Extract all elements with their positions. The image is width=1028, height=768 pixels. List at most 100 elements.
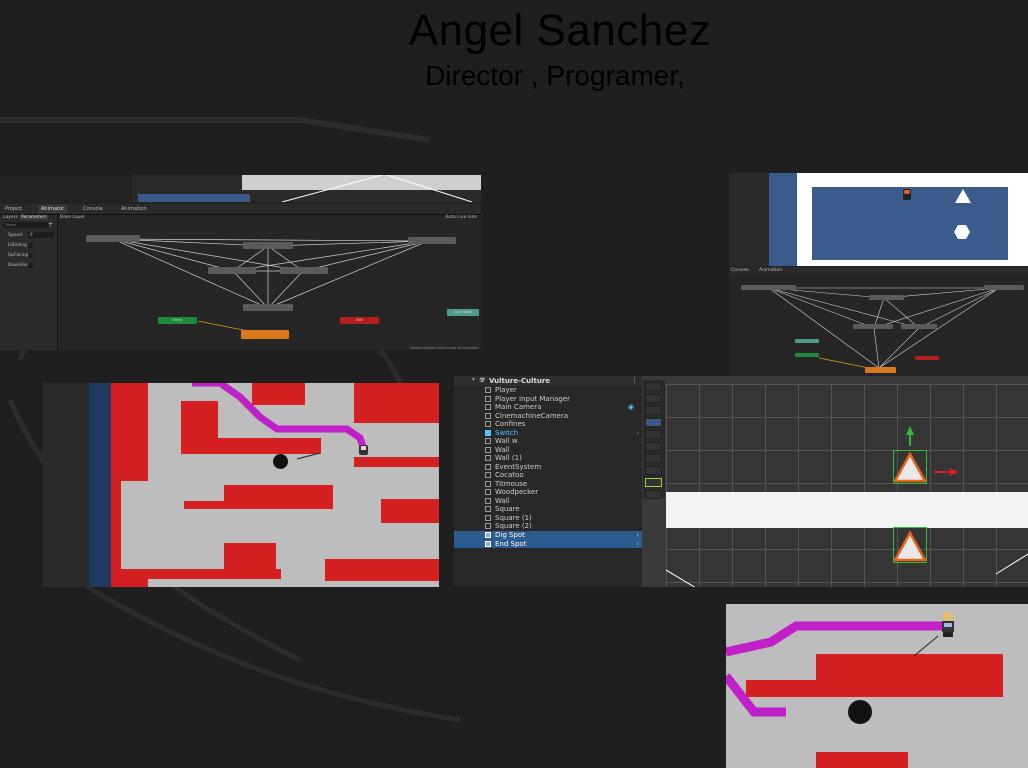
end-spot-object[interactable]	[892, 527, 928, 563]
hierarchy-item[interactable]: Titmouse	[454, 480, 642, 489]
entry-node[interactable]	[795, 353, 819, 357]
tab-animation[interactable]: Animation	[759, 268, 782, 273]
hand-tool-icon[interactable]	[645, 394, 662, 403]
parameter-row[interactable]: IsSliding	[0, 242, 57, 250]
gameobject-icon	[485, 463, 491, 470]
triangle-icon	[892, 451, 928, 483]
chevron-right-icon[interactable]: ›	[636, 531, 639, 540]
hierarchy-item[interactable]: Wall (1)	[454, 454, 642, 463]
gameobject-icon	[485, 506, 491, 512]
hierarchy-item[interactable]: Confines	[454, 420, 642, 429]
state-node[interactable]	[408, 237, 456, 244]
hierarchy-item-selected[interactable]: Dig Spot ›	[454, 531, 642, 540]
entry-node[interactable]: Entry	[158, 317, 197, 324]
hierarchy-item[interactable]: Wall	[454, 497, 642, 506]
any-state-node[interactable]: Any State	[447, 309, 479, 316]
parameter-name: Speed	[8, 233, 23, 238]
custom-tool-icon[interactable]	[645, 478, 662, 487]
hierarchy-item[interactable]: CinemachineCamera	[454, 412, 642, 421]
hierarchy-item[interactable]: Woodpecker	[454, 488, 642, 497]
scale-tool-icon[interactable]	[645, 442, 662, 451]
hierarchy-item[interactable]: Wall w	[454, 437, 642, 446]
parameters-tab[interactable]: Parameters	[20, 215, 48, 220]
state-node[interactable]	[741, 285, 796, 290]
animator-graph[interactable]: Base Layer Auto Live Link Entry Exit Any…	[58, 215, 481, 350]
hierarchy-item[interactable]: Square (2)	[454, 522, 642, 531]
hierarchy-item[interactable]: Player Input Manager	[454, 395, 642, 404]
exit-node[interactable]	[915, 356, 939, 360]
hierarchy-item[interactable]: Cocatoo	[454, 471, 642, 480]
dig-hole	[273, 454, 288, 469]
animator-window: Project Animator Console Animation Layer…	[0, 175, 481, 350]
more-options-icon[interactable]: ⋮	[631, 376, 638, 384]
hierarchy-list: Player Player Input Manager Main Camera ◉…	[454, 386, 642, 587]
gameobject-icon	[485, 514, 491, 521]
mini-tab-bar: Console Animation	[729, 267, 1028, 275]
exit-node[interactable]: Exit	[340, 317, 379, 324]
hand-tool-icon[interactable]	[645, 406, 662, 415]
hierarchy-item[interactable]: EventSystem	[454, 463, 642, 472]
layers-tab[interactable]: Layers	[3, 215, 18, 220]
state-node[interactable]	[208, 267, 256, 274]
rect-tool-icon[interactable]	[645, 454, 662, 463]
tab-project[interactable]: Project	[2, 205, 25, 213]
hierarchy-item[interactable]: Wall	[454, 446, 642, 455]
gameobject-icon	[485, 497, 491, 504]
gameobject-icon	[485, 421, 491, 427]
parameter-search-input[interactable]: Name	[3, 222, 48, 228]
hierarchy-item[interactable]: Square (1)	[454, 514, 642, 523]
triangle-marker	[955, 189, 971, 203]
state-node[interactable]	[901, 324, 937, 329]
hierarchy-item[interactable]: Switch ›	[454, 429, 642, 438]
scene-name: Vulture-Culture	[489, 377, 551, 385]
any-state-node[interactable]	[795, 339, 819, 343]
hierarchy-item[interactable]: Player	[454, 386, 642, 395]
scene-grid-area[interactable]	[666, 384, 1028, 587]
hierarchy-item-selected[interactable]: End Spot ›	[454, 539, 642, 549]
parameter-row[interactable]: UpFacing	[0, 252, 57, 260]
gameobject-icon	[485, 455, 491, 461]
scene-toolbar[interactable]	[138, 194, 250, 202]
expand-arrow-icon[interactable]: ▾	[472, 376, 475, 383]
state-node[interactable]	[243, 242, 293, 249]
triangle-icon	[892, 530, 928, 562]
parameter-checkbox[interactable]	[28, 263, 33, 268]
parameter-value[interactable]: 0	[28, 232, 54, 238]
default-state-node[interactable]	[241, 330, 289, 339]
parameter-name: IsSliding	[8, 243, 27, 248]
scene-view-strip	[132, 175, 481, 202]
scene-tool-palette	[643, 380, 665, 499]
state-node[interactable]	[984, 285, 1024, 290]
parameter-checkbox[interactable]	[28, 243, 33, 248]
state-node[interactable]	[869, 295, 904, 300]
tab-animation[interactable]: Animation	[118, 205, 150, 213]
hierarchy-item[interactable]: Main Camera ◉	[454, 403, 642, 412]
transform-tool-icon[interactable]	[645, 466, 662, 475]
default-state-node[interactable]	[865, 367, 896, 373]
tab-console[interactable]: Console	[731, 268, 749, 273]
parameter-row[interactable]: DownFac	[0, 262, 57, 270]
gameobject-icon	[485, 446, 491, 453]
dig-spot-object[interactable]	[892, 450, 928, 484]
prefab-icon	[485, 532, 491, 538]
move-tool-icon[interactable]	[645, 418, 662, 427]
gameobject-icon	[485, 412, 491, 419]
chevron-right-icon[interactable]: ›	[636, 540, 639, 549]
toolbar-grip-icon[interactable]	[645, 382, 662, 391]
state-node[interactable]	[86, 235, 140, 242]
chevron-right-icon[interactable]: ›	[636, 429, 639, 438]
add-parameter-icon[interactable]: +	[48, 221, 53, 228]
state-node[interactable]	[243, 304, 293, 311]
gameobject-icon	[485, 387, 491, 393]
parameter-row[interactable]: Speed 0	[0, 232, 57, 240]
tab-console[interactable]: Console	[80, 205, 106, 213]
state-node[interactable]	[853, 324, 893, 329]
mini-animator-graph[interactable]	[729, 276, 1028, 376]
pivot-tool-icon[interactable]	[645, 490, 662, 499]
parameter-checkbox[interactable]	[28, 253, 33, 258]
gameobject-icon	[485, 472, 491, 478]
tab-animator[interactable]: Animator	[38, 205, 67, 213]
hierarchy-item[interactable]: Square	[454, 505, 642, 514]
rotate-tool-icon[interactable]	[645, 430, 662, 439]
state-node[interactable]	[280, 267, 328, 274]
